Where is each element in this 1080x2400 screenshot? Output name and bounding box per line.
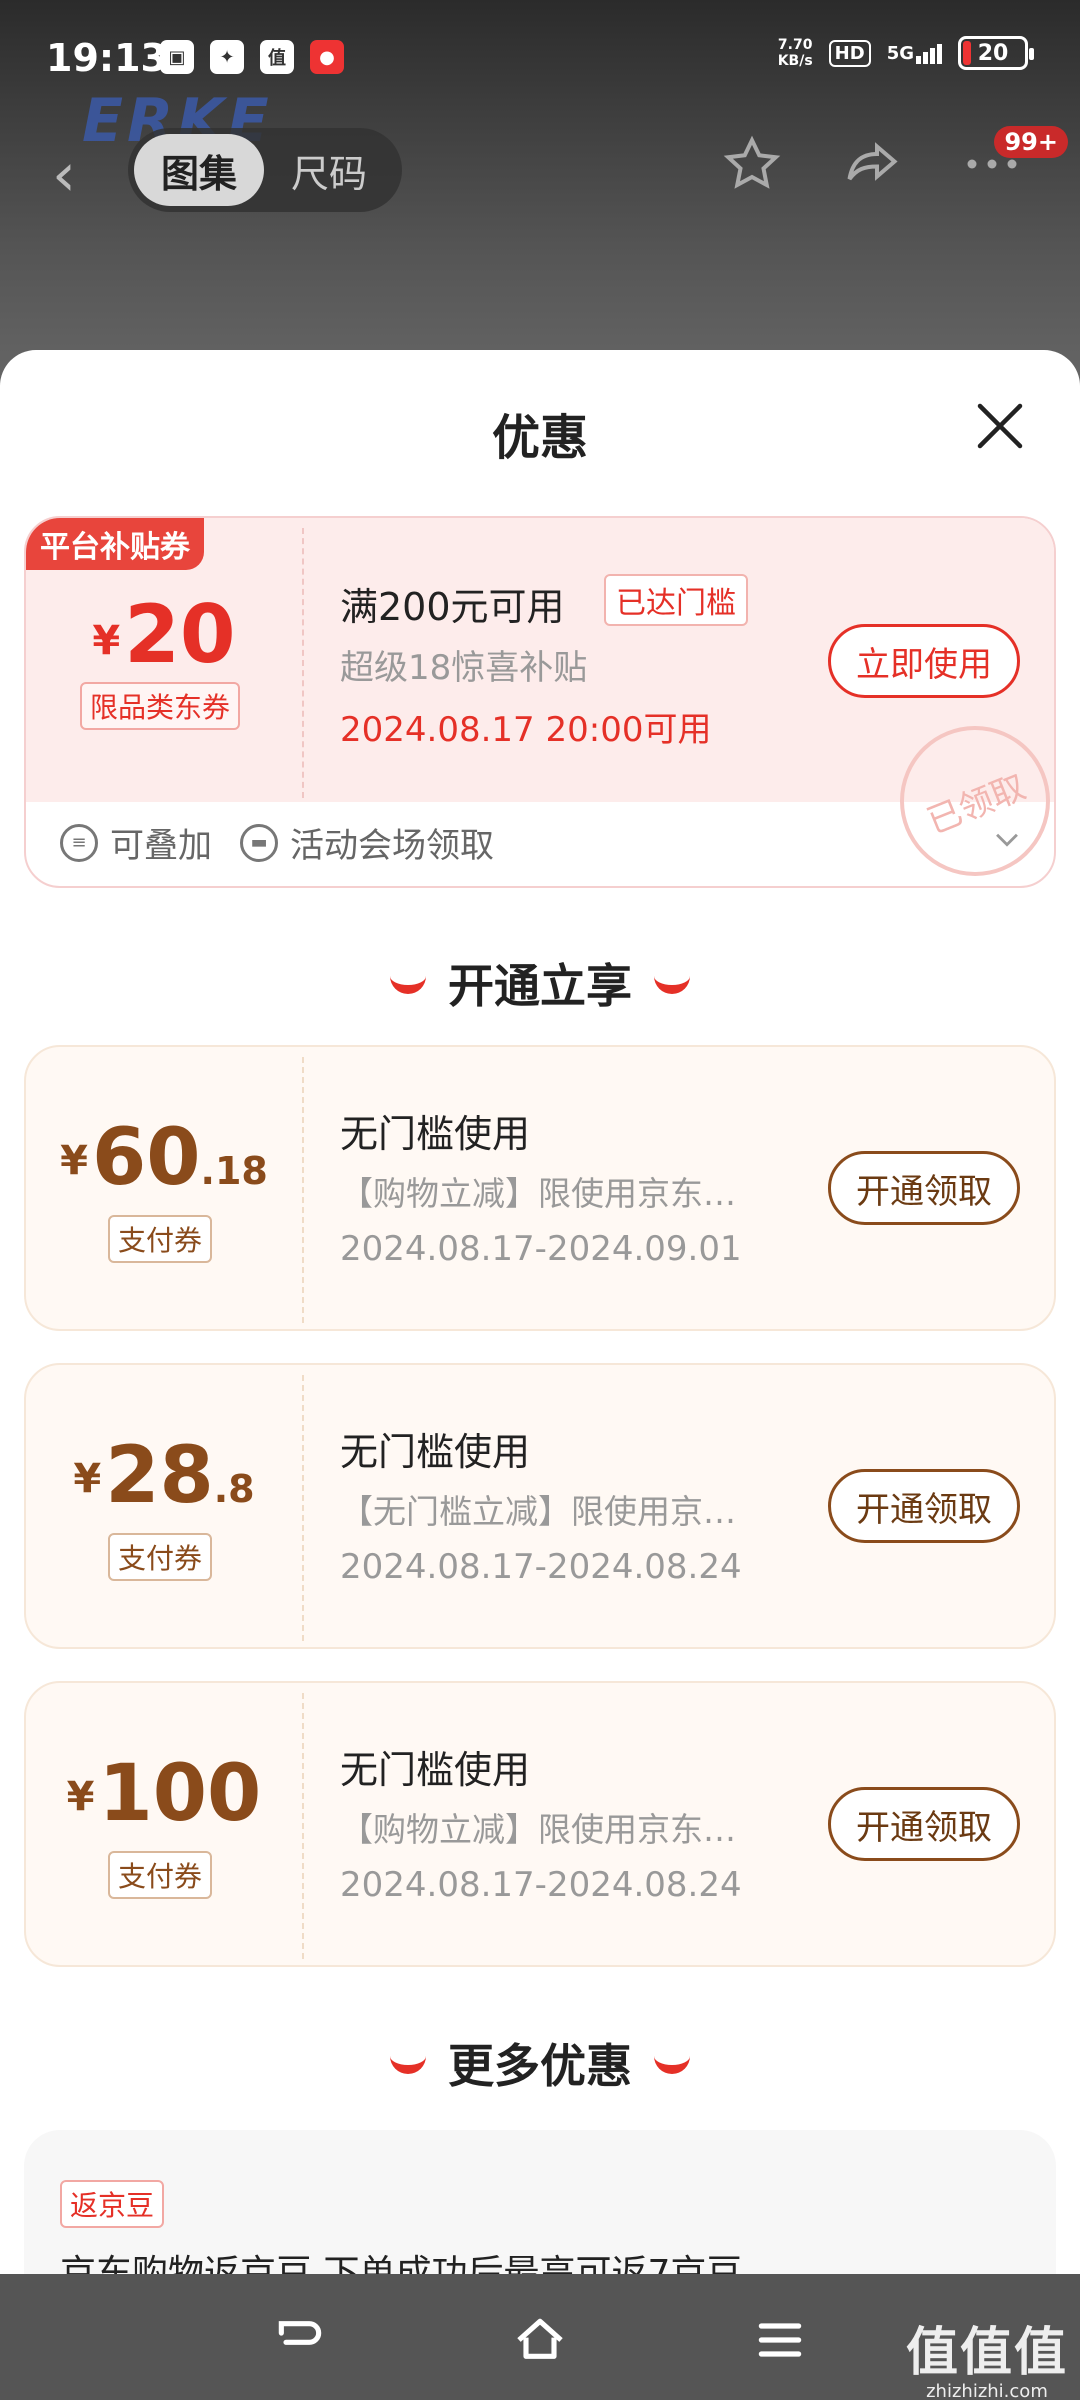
amount-dec: .8 [213,1467,255,1511]
section-more-label: 更多优惠 [448,2039,632,2093]
close-icon[interactable] [970,396,1030,456]
back-icon[interactable] [272,2312,328,2368]
discount-sheet: 优惠 平台补贴券 ¥20 限品类东券 满200元可用 已达门槛 超级18惊喜补贴… [0,350,1080,2400]
amount-int: 60 [91,1113,201,1203]
smile-decoration-icon [654,2056,690,2074]
activate-claim-button[interactable]: 开通领取 [828,1787,1020,1861]
section-open-title: 开通立享 [0,950,1080,1016]
platform-coupon-body: 平台补贴券 ¥20 限品类东券 满200元可用 已达门槛 超级18惊喜补贴 20… [26,518,1073,899]
platform-coupon-card: 平台补贴券 ¥20 限品类东券 满200元可用 已达门槛 超级18惊喜补贴 20… [24,516,1073,899]
pay-coupon-amount: ¥100 [26,1749,302,1839]
message-badge: 99+ [994,126,1068,158]
stackable-info: ≡ 可叠加 [60,818,212,867]
coupon-divider [302,528,304,798]
share-icon[interactable] [842,134,902,194]
watermark-logo: 值值值 [905,2323,1068,2383]
pay-coupon-card: ¥60.18 支付券 无门槛使用 【购物立减】限使用京东… 2024.08.17… [24,1045,1056,1331]
net-speed: 7.70 KB/s [778,37,813,69]
jingdou-tag: 返京豆 [60,2180,165,2228]
pay-coupon-dates: 2024.08.17-2024.08.24 [340,1865,742,1905]
threshold-reached-badge: 已达门槛 [604,574,748,626]
battery-icon: 20 [958,36,1034,70]
coupon-footer: ≡ 可叠加 ▬ 活动会场领取 [60,818,494,867]
smile-decoration-icon [654,976,690,994]
system-indicators: 7.70 KB/s HD 5G 20 [778,36,1034,70]
pay-coupon-desc: 【无门槛立减】限使用京… [340,1492,736,1531]
coupon-condition: 满200元可用 [340,585,565,629]
menu-icon[interactable] [752,2312,808,2368]
coupon-subtitle: 超级18惊喜补贴 [340,648,588,688]
currency-symbol: ¥ [73,1456,102,1502]
currency-symbol: ¥ [60,1138,88,1184]
tab-gallery[interactable]: 图集 [134,134,264,206]
pay-coupon-tag: 支付券 [108,1851,213,1899]
home-icon[interactable] [512,2312,568,2368]
coupon-divider [302,1057,304,1323]
coupon-amount: ¥20 [26,588,302,681]
stack-icon: ≡ [60,823,98,862]
pay-coupon-card: ¥28.8 支付券 无门槛使用 【无门槛立减】限使用京… 2024.08.17-… [24,1363,1056,1649]
coupon-ribbon: 平台补贴券 [26,518,204,570]
gallery-app-icon: ▣ [160,40,194,74]
activate-claim-button[interactable]: 开通领取 [828,1469,1020,1543]
pay-coupon-card: ¥100 支付券 无门槛使用 【购物立减】限使用京东… 2024.08.17-2… [24,1681,1056,1967]
net-speed-value: 7.70 [777,37,813,53]
coupon-divider [302,1375,304,1641]
pay-coupon-tag: 支付券 [108,1533,213,1581]
smile-decoration-icon [390,2056,426,2074]
pay-coupon-title: 无门槛使用 [340,1430,531,1474]
signal-icon: 5G [887,43,942,64]
currency-symbol: ¥ [92,618,121,664]
section-more-title: 更多优惠 [0,2030,1080,2096]
activate-claim-button[interactable]: 开通领取 [828,1151,1020,1225]
use-now-button[interactable]: 立即使用 [828,624,1020,698]
chevron-down-icon[interactable] [990,822,1024,856]
status-time: 19:13 [46,36,167,80]
pay-coupon-tag: 支付券 [108,1215,213,1263]
gallery-size-tabs: 图集 尺码 [128,128,402,212]
red-app-icon: ● [310,40,344,74]
tab-size[interactable]: 尺码 [264,134,394,206]
currency-symbol: ¥ [66,1774,95,1820]
pay-coupon-title: 无门槛使用 [340,1748,531,1792]
stackable-label: 可叠加 [110,826,212,866]
back-arrow-icon[interactable]: ‹ [52,140,76,210]
pay-coupon-desc: 【购物立减】限使用京东… [340,1174,736,1213]
coupon-divider [302,1693,304,1959]
section-open-label: 开通立享 [448,959,632,1013]
network-type: 5G [886,42,914,64]
pay-coupon-dates: 2024.08.17-2024.09.01 [340,1229,742,1269]
amount-int: 28 [105,1431,214,1521]
notification-icons: ▣ ✦ 值 ● [160,40,344,74]
net-speed-unit: KB/s [777,53,813,69]
pay-coupon-dates: 2024.08.17-2024.08.24 [340,1547,742,1587]
hd-icon: HD [828,39,871,67]
pay-coupon-amount: ¥28.8 [26,1431,302,1521]
watermark: 值值值 zhizhizhi.com [906,2310,1068,2400]
zhi-app-icon: 值 [260,40,294,74]
source-info: ▬ 活动会场领取 [240,818,494,867]
amount-int: 100 [98,1749,262,1839]
pay-coupon-title: 无门槛使用 [340,1112,531,1156]
coupon-valid-time: 2024.08.17 20:00可用 [340,710,712,750]
amount-dec: .18 [200,1149,268,1193]
coupon-amount-value: 20 [124,588,236,681]
battery-level: 20 [977,40,1009,66]
pay-coupon-desc: 【购物立减】限使用京东… [340,1810,736,1849]
pay-coupon-amount: ¥60.18 [26,1113,302,1203]
watermark-url: zhizhizhi.com [926,2381,1048,2400]
source-label: 活动会场领取 [290,826,494,866]
ticket-icon: ▬ [240,823,278,862]
coupon-type-tag: 限品类东券 [80,682,241,730]
star-icon[interactable] [722,134,782,194]
sheet-title: 优惠 [491,410,588,466]
baidu-app-icon: ✦ [210,40,244,74]
claimed-stamp: 已领取 [877,703,1073,899]
top-actions [722,134,1022,194]
smile-decoration-icon [390,976,426,994]
